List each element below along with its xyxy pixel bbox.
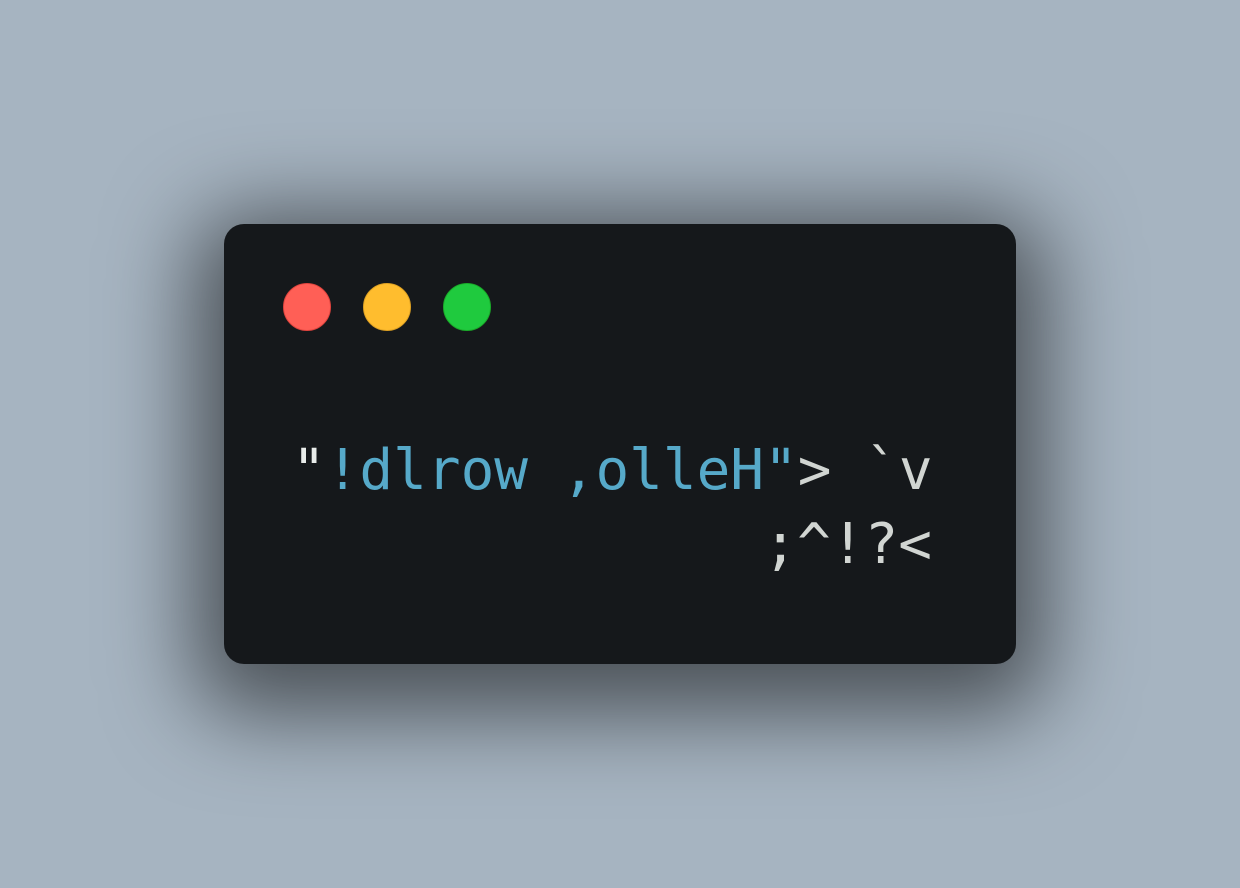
minimize-button[interactable] xyxy=(363,283,411,331)
code-line-1: "!dlrow ,olleH"> `v xyxy=(292,434,933,508)
code-quote-close: " xyxy=(764,438,798,503)
page-background: { "window": { "background": "#15181b", "… xyxy=(0,0,1240,888)
code-line-2: ;^!?< xyxy=(292,508,932,582)
code-quote-open: " xyxy=(292,438,326,503)
code-block: "!dlrow ,olleH"> `v ;^!?< xyxy=(292,434,933,582)
code-window: "!dlrow ,olleH"> `v ;^!?< xyxy=(224,224,1016,664)
code-operators-line-2: ;^!?< xyxy=(763,512,932,577)
close-button[interactable] xyxy=(283,283,331,331)
code-operators: > `v xyxy=(797,438,933,503)
zoom-button[interactable] xyxy=(443,283,491,331)
code-string-literal: !dlrow ,olleH xyxy=(325,438,765,503)
